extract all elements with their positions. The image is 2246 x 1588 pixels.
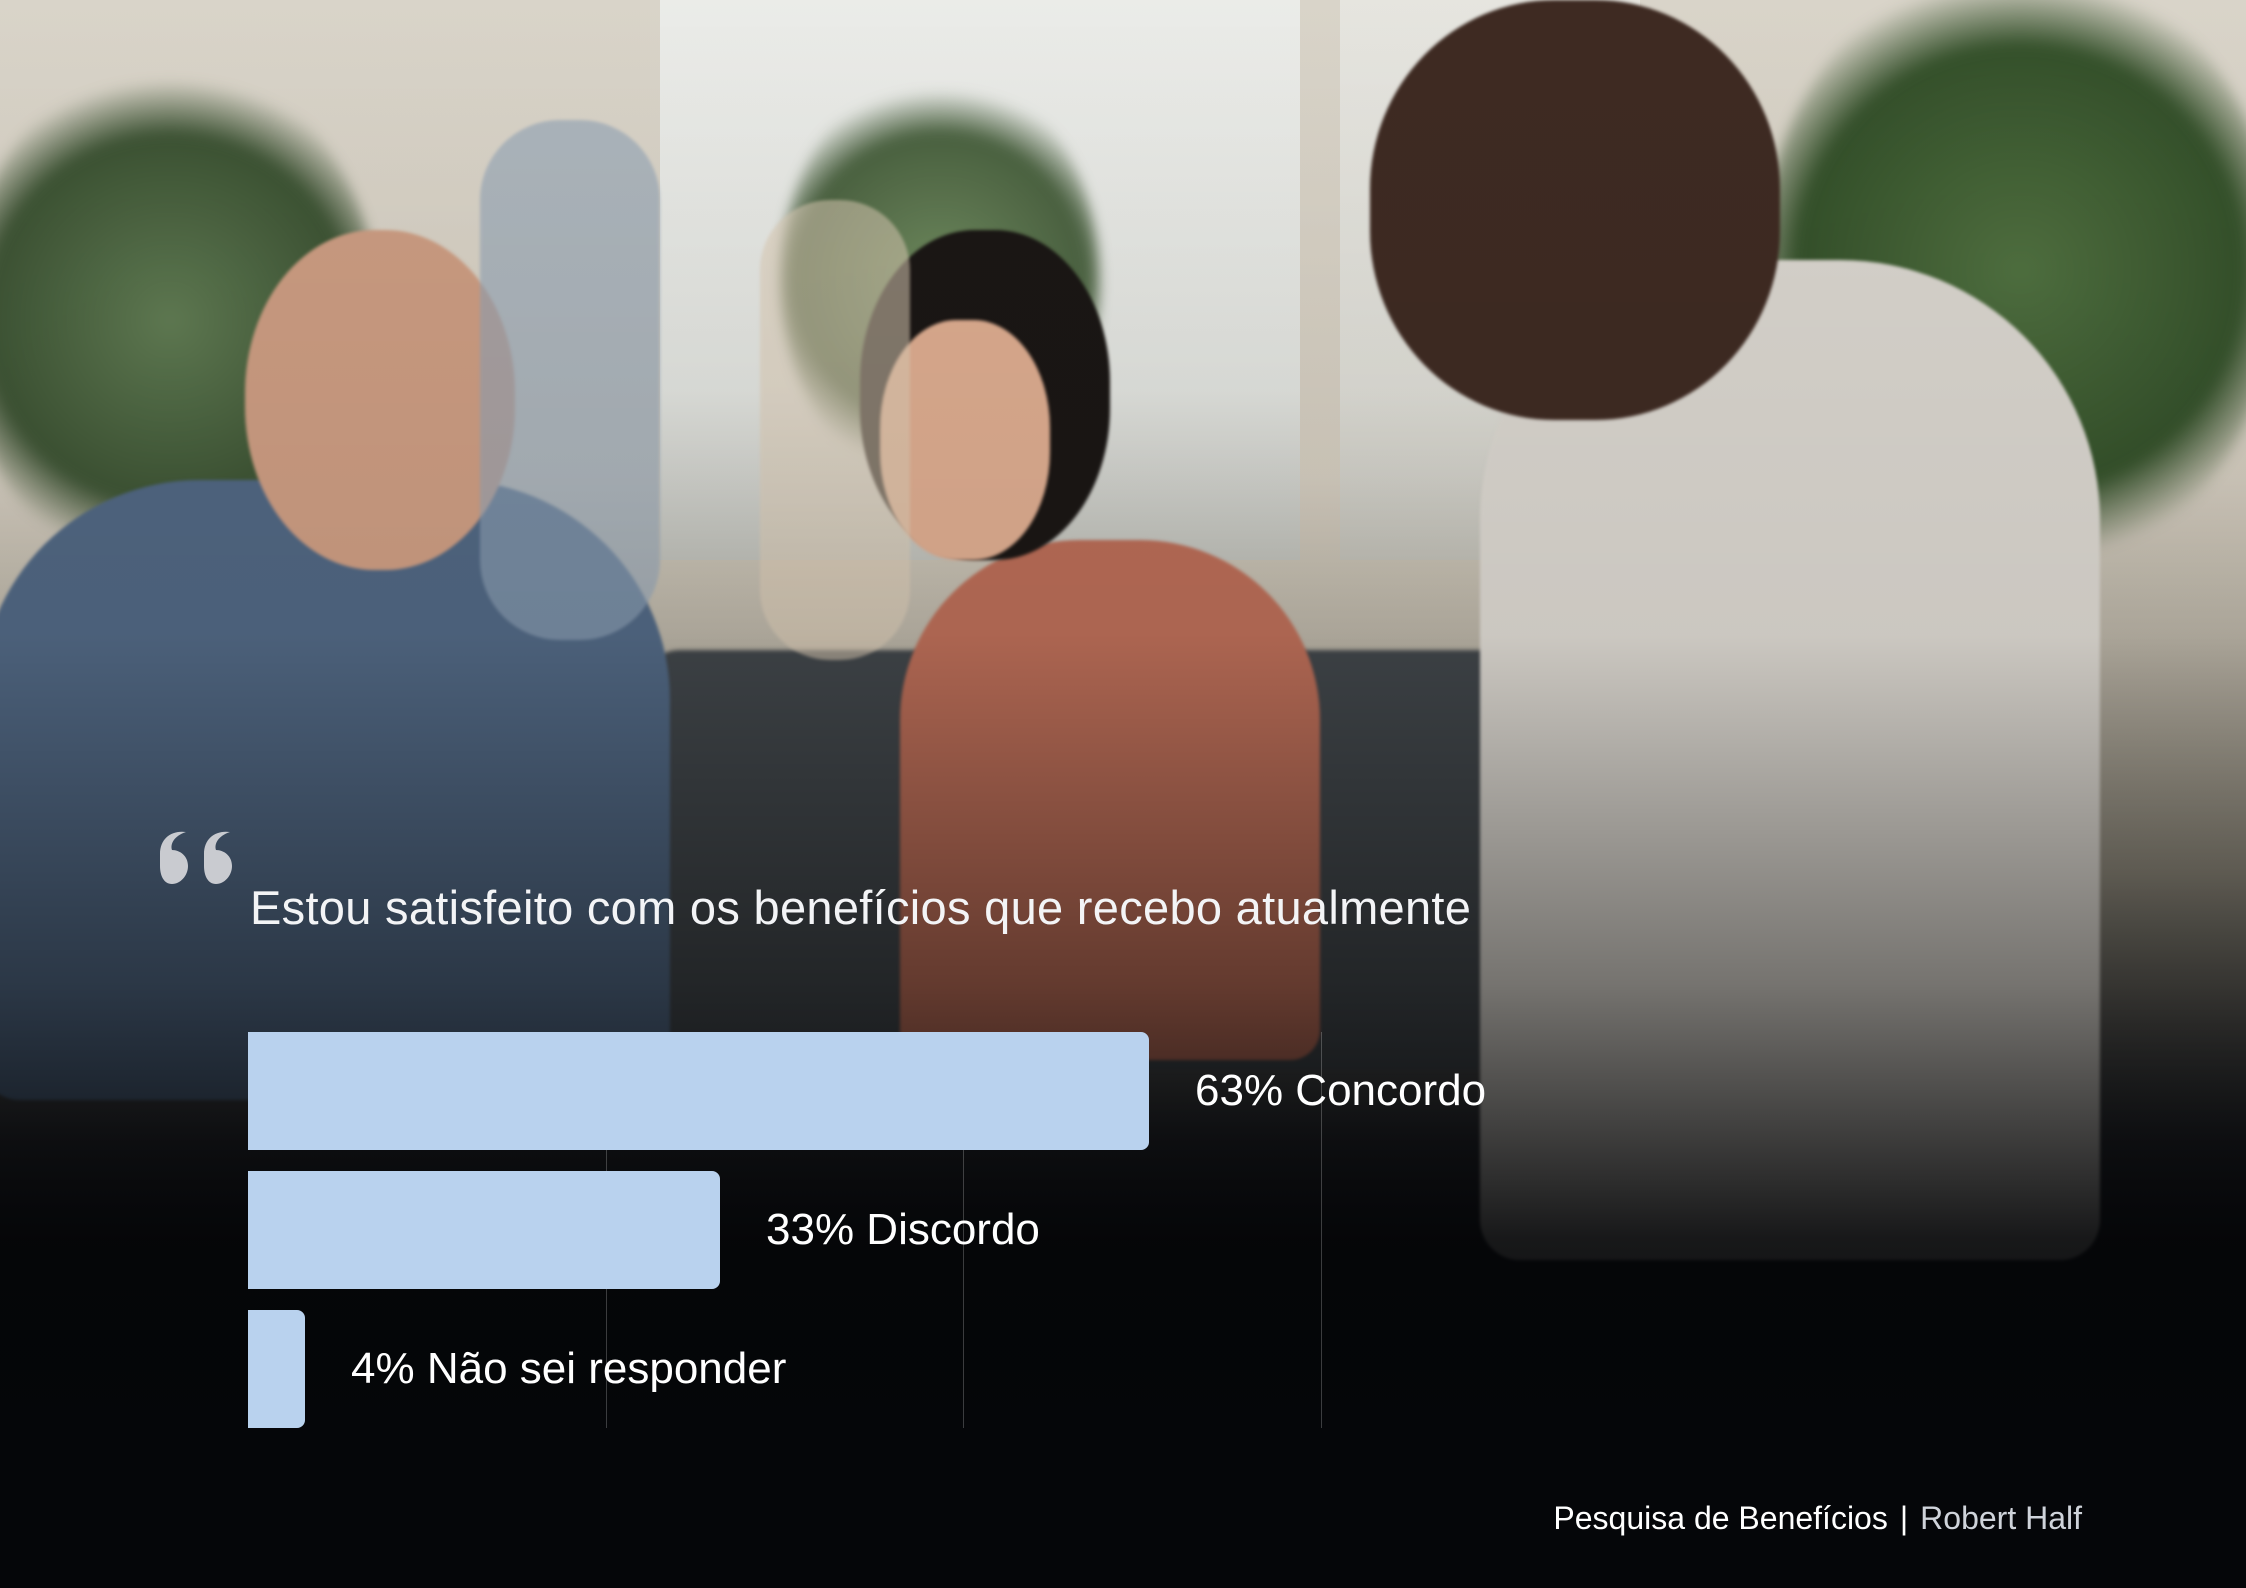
- slide: Estou satisfeito com os benefícios que r…: [0, 0, 2246, 1588]
- quote-icon: [160, 831, 232, 884]
- footer-title: Pesquisa de Benefícios: [1553, 1500, 1888, 1536]
- bar-n-o-sei-responder: [248, 1310, 305, 1428]
- bar-discordo: [248, 1171, 720, 1289]
- footer-brand: Robert Half: [1920, 1500, 2082, 1536]
- bar-label: 33% Discordo: [766, 1205, 1040, 1254]
- footer: Pesquisa de Benefícios | Robert Half: [1553, 1500, 2082, 1537]
- bar-chart: 63% Concordo 33% Discordo 4% Não sei respo…: [248, 1032, 1488, 1428]
- bar-concordo: [248, 1032, 1149, 1150]
- bar-label: 4% Não sei responder: [351, 1344, 787, 1393]
- footer-separator: |: [1899, 1500, 1909, 1536]
- survey-question: Estou satisfeito com os benefícios que r…: [250, 881, 1472, 934]
- bar-label: 63% Concordo: [1195, 1066, 1487, 1115]
